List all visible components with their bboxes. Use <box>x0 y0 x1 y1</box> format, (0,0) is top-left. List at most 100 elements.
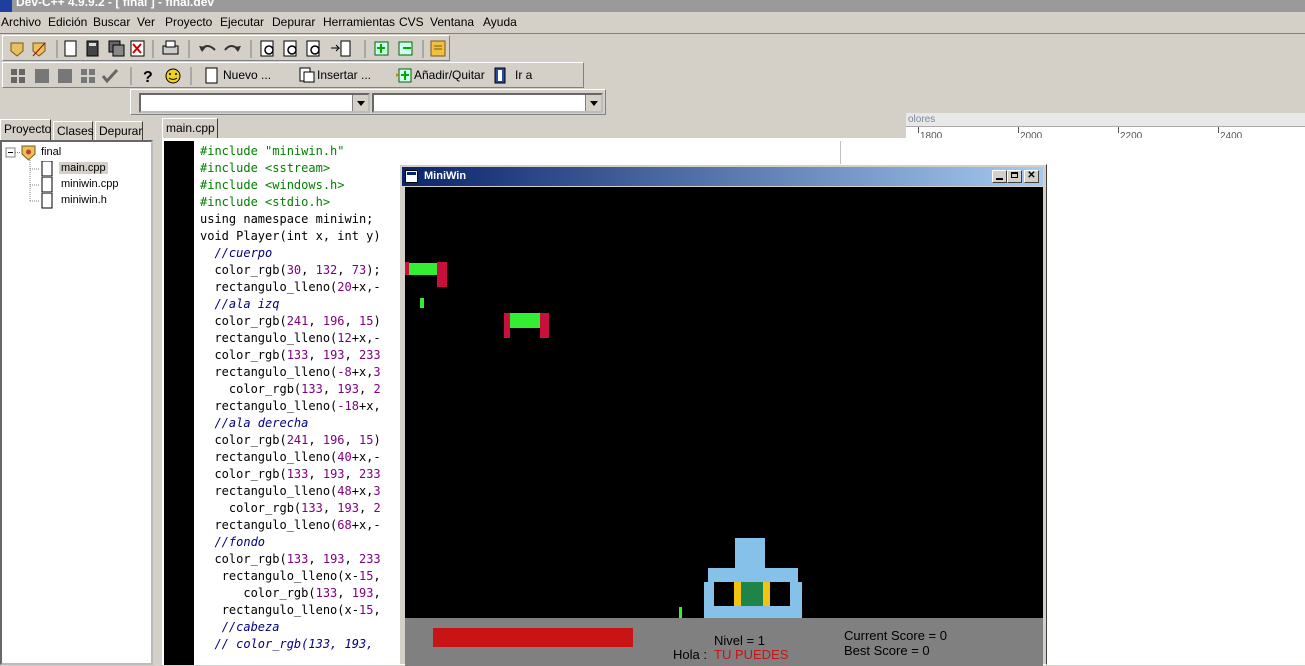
menu-ventana[interactable]: Ventana <box>430 15 474 29</box>
code-line[interactable]: #include <windows.h> <box>200 177 345 194</box>
code-line[interactable]: color_rgb(133, 193, 2 <box>200 381 381 398</box>
member-combo-arrow-icon[interactable] <box>585 95 601 111</box>
compile-run-icon[interactable] <box>58 69 72 83</box>
menu-buscar[interactable]: Buscar <box>93 15 130 29</box>
code-token: color_rgb( <box>214 314 287 328</box>
code-line[interactable]: color_rgb(133, 193, 233 <box>200 466 380 483</box>
find-icon[interactable] <box>260 40 274 57</box>
code-line[interactable]: void Player(int x, int y) <box>200 228 381 245</box>
save-all-icon[interactable] <box>108 40 125 57</box>
undo-icon[interactable] <box>199 45 216 52</box>
code-token: 193 <box>322 348 345 362</box>
remove-from-project-icon[interactable] <box>398 41 413 56</box>
tree-file-main-cpp[interactable]: main.cpp <box>59 162 108 174</box>
miniwin-window[interactable]: MiniWin ✕ Nivel = 1 Hola: TU PUEDES Cur… <box>399 164 1047 666</box>
code-line[interactable]: color_rgb(30, 132, 73); <box>200 262 380 279</box>
code-line[interactable]: //cabeza <box>200 619 280 636</box>
menu-ayuda[interactable]: Ayuda <box>483 15 517 29</box>
menu-herramientas[interactable]: Herramientas <box>323 15 395 29</box>
tree-file-miniwin-cpp[interactable]: miniwin.cpp <box>61 178 118 190</box>
code-line[interactable]: color_rgb(241, 196, 15) <box>200 432 381 449</box>
redo-icon[interactable] <box>224 45 241 52</box>
panel-splitter[interactable] <box>153 118 161 665</box>
minimize-button[interactable] <box>992 170 1007 183</box>
insert-button[interactable]: Insertar ... <box>297 63 387 87</box>
secondary-toolbar-icons: ? <box>11 67 192 86</box>
code-token: ) <box>373 433 381 447</box>
replace-icon[interactable] <box>283 40 297 57</box>
code-line[interactable]: rectangulo_lleno(48+x,3 <box>200 483 380 500</box>
menu-archivo[interactable]: Archivo <box>1 15 41 29</box>
run-icon[interactable] <box>35 69 49 83</box>
tab-proyecto[interactable]: Proyecto <box>0 119 51 140</box>
code-token: void Player(int x, int y) <box>200 229 381 243</box>
about-icon[interactable] <box>165 68 181 84</box>
close-file-icon[interactable] <box>130 40 145 57</box>
class-combo-arrow-icon[interactable] <box>352 95 368 111</box>
rebuild-icon[interactable] <box>81 69 95 83</box>
close-button[interactable]: ✕ <box>1024 170 1039 183</box>
close-project-icon[interactable] <box>32 42 46 57</box>
code-line[interactable]: #include "miniwin.h" <box>200 143 345 160</box>
code-line[interactable]: color_rgb(133, 193, <box>200 585 380 602</box>
code-line[interactable]: color_rgb(241, 196, 15) <box>200 313 381 330</box>
print-icon[interactable] <box>162 40 179 55</box>
open-file-icon[interactable] <box>86 40 99 57</box>
code-line[interactable]: //ala derecha <box>200 415 308 432</box>
tree-root-final[interactable]: final <box>41 146 61 158</box>
code-line[interactable]: rectangulo_lleno(68+x,- <box>200 517 380 534</box>
open-project-icon[interactable] <box>10 42 24 57</box>
code-line[interactable]: //cuerpo <box>200 245 272 262</box>
menu-bar: Archivo Edición Buscar Ver Proyecto Ejec… <box>0 13 1305 31</box>
help-icon[interactable]: ? <box>143 69 153 86</box>
new-file-icon[interactable] <box>64 40 77 57</box>
code-line[interactable]: rectangulo_lleno(-18+x, <box>200 398 380 415</box>
member-combo[interactable] <box>372 93 603 113</box>
project-options-icon[interactable] <box>430 40 446 57</box>
menu-ejecutar[interactable]: Ejecutar <box>220 15 264 29</box>
code-line[interactable]: rectangulo_lleno(20+x,- <box>200 279 380 296</box>
goto-line-icon[interactable] <box>331 40 351 57</box>
code-token: , <box>308 314 323 328</box>
code-line[interactable]: rectangulo_lleno(12+x,- <box>200 330 380 347</box>
miniwin-title-bar[interactable]: MiniWin ✕ <box>402 167 1043 186</box>
code-token: , <box>344 314 359 328</box>
code-line[interactable]: rectangulo_lleno(x-15, <box>200 568 381 585</box>
code-line[interactable]: using namespace miniwin; <box>200 211 373 228</box>
maximize-button[interactable] <box>1007 170 1022 183</box>
code-line[interactable]: color_rgb(133, 193, 233 <box>200 551 380 568</box>
code-line[interactable]: rectangulo_lleno(x-15, <box>200 602 381 619</box>
menu-proyecto[interactable]: Proyecto <box>165 15 212 29</box>
game-hud: Nivel = 1 Hola : TU PUEDES Current Score… <box>405 618 1043 666</box>
menu-depurar[interactable]: Depurar <box>272 15 315 29</box>
code-line[interactable]: // color_rgb(133, 193, <box>200 636 373 653</box>
menu-ver[interactable]: Ver <box>137 15 155 29</box>
game-canvas[interactable] <box>405 187 1043 618</box>
code-token: ) <box>373 314 381 328</box>
compile-icon[interactable] <box>11 69 25 83</box>
check-icon[interactable] <box>101 68 119 84</box>
tab-depurar[interactable]: Depurar <box>95 121 143 140</box>
class-combo[interactable] <box>139 93 370 113</box>
tree-file-miniwin-h[interactable]: miniwin.h <box>61 194 107 206</box>
tab-main-cpp[interactable]: main.cpp <box>162 118 218 138</box>
code-line[interactable]: //fondo <box>200 534 265 551</box>
new-button[interactable]: Nuevo ... <box>201 63 281 87</box>
code-line[interactable]: rectangulo_lleno(40+x,- <box>200 449 380 466</box>
code-line[interactable]: color_rgb(133, 193, 2 <box>200 500 381 517</box>
add-to-project-icon[interactable] <box>374 41 389 56</box>
add-remove-button[interactable]: Añadir/Quitar <box>393 63 485 87</box>
menu-cvs[interactable]: CVS <box>399 15 424 29</box>
find-next-icon[interactable] <box>306 40 320 57</box>
menu-edicion[interactable]: Edición <box>48 15 87 29</box>
code-token: , <box>322 382 338 396</box>
code-line[interactable]: rectangulo_lleno(-8+x,3 <box>200 364 380 381</box>
code-line[interactable]: //ala izq <box>200 296 279 313</box>
code-line[interactable]: color_rgb(133, 193, 233 <box>200 347 380 364</box>
code-token: , <box>308 433 323 447</box>
goto-button[interactable]: Ir a <box>491 63 541 87</box>
file-icon <box>41 193 53 209</box>
tab-clases[interactable]: Clases <box>53 121 94 140</box>
code-line[interactable]: #include <stdio.h> <box>200 194 330 211</box>
code-line[interactable]: #include <sstream> <box>200 160 330 177</box>
